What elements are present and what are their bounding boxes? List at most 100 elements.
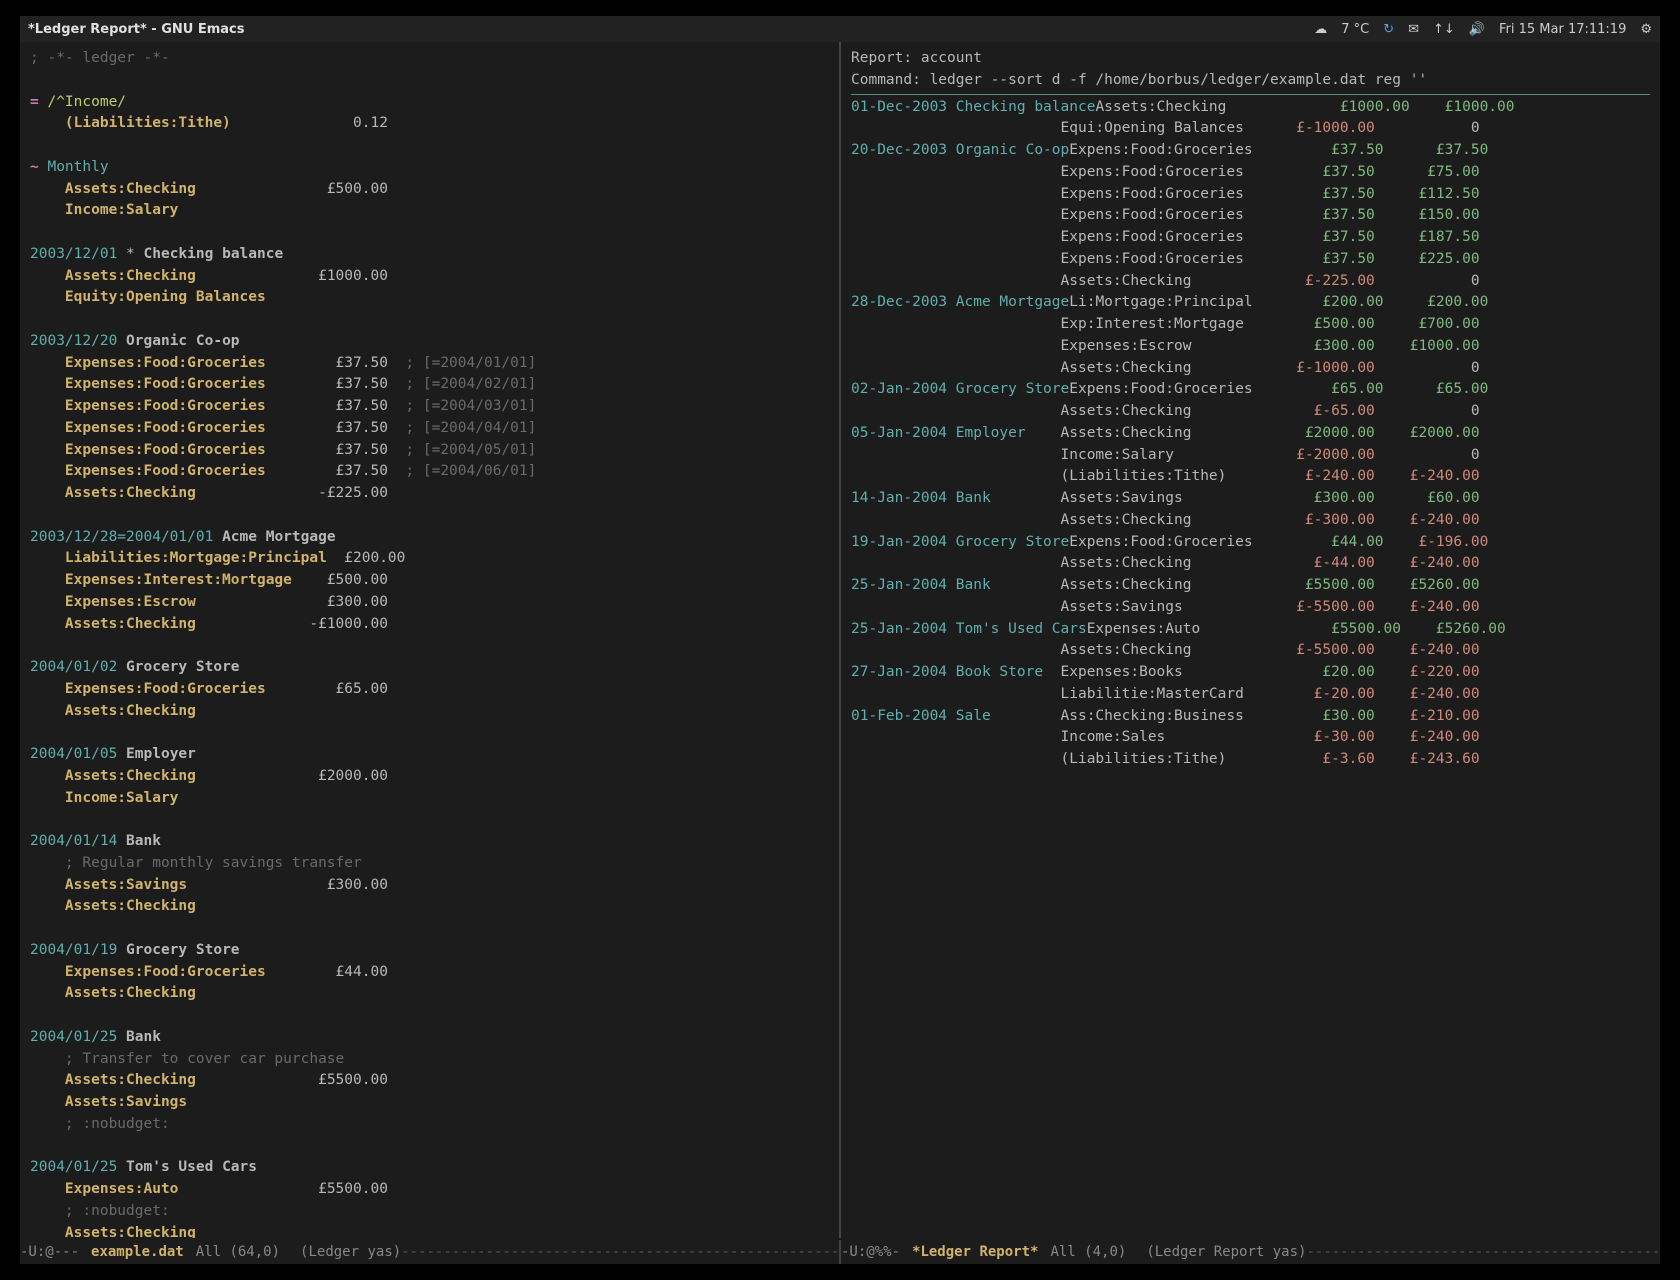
report-row: 27-Jan-2004 Book Store Expenses:Books £2… bbox=[851, 662, 1650, 684]
posting-line: Expenses:Food:Groceries £37.50 ; [=2004/… bbox=[30, 418, 829, 440]
report-row: 01-Feb-2004 Sale Ass:Checking:Business £… bbox=[851, 706, 1650, 728]
posting-line: Assets:Checking bbox=[30, 896, 829, 918]
posting-line: Equity:Opening Balances bbox=[30, 287, 829, 309]
modeline-position: All (4,0) bbox=[1050, 1244, 1126, 1260]
refresh-icon[interactable]: ↻ bbox=[1383, 22, 1394, 37]
report-row: Liabilitie:MasterCard £-20.00 £-240.00 bbox=[851, 684, 1650, 706]
report-row: Expenses:Escrow £300.00 £1000.00 bbox=[851, 336, 1650, 358]
report-row: 20-Dec-2003 Organic Co-opExpens:Food:Gro… bbox=[851, 140, 1650, 162]
mail-icon[interactable]: ✉ bbox=[1408, 22, 1419, 37]
posting-line: Assets:Savings bbox=[30, 1092, 829, 1114]
posting-line: Expenses:Auto £5500.00 bbox=[30, 1179, 829, 1201]
report-row: Exp:Interest:Mortgage £500.00 £700.00 bbox=[851, 314, 1650, 336]
emacs-frame: *Ledger Report* - GNU Emacs ☁ 7 °C ↻ ✉ ↑… bbox=[20, 16, 1660, 1264]
report-row: Expens:Food:Groceries £37.50 £75.00 bbox=[851, 162, 1650, 184]
posting-line: Expenses:Food:Groceries £44.00 bbox=[30, 962, 829, 984]
txn-header: 2004/01/14 Bank bbox=[30, 831, 829, 853]
report-row: Expens:Food:Groceries £37.50 £112.50 bbox=[851, 184, 1650, 206]
txn-header: 2003/12/20 Organic Co-op bbox=[30, 331, 829, 353]
modeline-filler: ----------------------------------------… bbox=[401, 1244, 839, 1260]
report-row: Income:Salary £-2000.00 0 bbox=[851, 445, 1650, 467]
modeline-filler: ----------------------------------------… bbox=[1306, 1244, 1660, 1260]
txn-comment: ; Regular monthly savings transfer bbox=[30, 853, 829, 875]
network-icon[interactable]: ↑↓ bbox=[1433, 22, 1455, 37]
txn-header: 2004/01/25 Tom's Used Cars bbox=[30, 1157, 829, 1179]
posting-line: Assets:Savings £300.00 bbox=[30, 875, 829, 897]
posting-line: Assets:Checking bbox=[30, 1223, 829, 1239]
report-row: 25-Jan-2004 Tom's Used CarsExpenses:Auto… bbox=[851, 619, 1650, 641]
modeline-left: -U:@--- example.dat All (64,0) (Ledger y… bbox=[20, 1240, 841, 1264]
report-title: Report: account bbox=[851, 48, 1650, 70]
ledger-source-buffer[interactable]: ; -*- ledger -*- = /^Income/ (Liabilitie… bbox=[20, 42, 841, 1238]
report-row: Income:Sales £-30.00 £-240.00 bbox=[851, 727, 1650, 749]
report-command: Command: ledger --sort d -f /home/borbus… bbox=[851, 70, 1650, 92]
modeline-mode: (Ledger Report yas) bbox=[1146, 1244, 1306, 1260]
report-row: Expens:Food:Groceries £37.50 £225.00 bbox=[851, 249, 1650, 271]
report-row: 05-Jan-2004 Employer Assets:Checking £20… bbox=[851, 423, 1650, 445]
txn-header: 2004/01/02 Grocery Store bbox=[30, 657, 829, 679]
posting-line: Liabilities:Mortgage:Principal £200.00 bbox=[30, 548, 829, 570]
settings-gear-icon[interactable]: ⚙ bbox=[1640, 22, 1652, 37]
file-mode-comment: ; -*- ledger -*- bbox=[30, 48, 829, 70]
txn-header: 2003/12/28=2004/01/01 Acme Mortgage bbox=[30, 527, 829, 549]
volume-icon[interactable]: 🔊 bbox=[1469, 22, 1485, 37]
report-row: 02-Jan-2004 Grocery StoreExpens:Food:Gro… bbox=[851, 379, 1650, 401]
posting-line: (Liabilities:Tithe) 0.12 bbox=[30, 113, 829, 135]
posting-line: Expenses:Food:Groceries £37.50 ; [=2004/… bbox=[30, 440, 829, 462]
weather-text: 7 °C bbox=[1341, 22, 1369, 37]
modeline-buffer-name: example.dat bbox=[91, 1244, 184, 1260]
posting-line: Assets:Checking £5500.00 bbox=[30, 1070, 829, 1092]
report-row: (Liabilities:Tithe) £-3.60 £-243.60 bbox=[851, 749, 1650, 771]
titlebar: *Ledger Report* - GNU Emacs ☁ 7 °C ↻ ✉ ↑… bbox=[20, 16, 1660, 42]
report-row: Assets:Checking £-1000.00 0 bbox=[851, 358, 1650, 380]
posting-line: Expenses:Food:Groceries £37.50 ; [=2004/… bbox=[30, 374, 829, 396]
weather-icon: ☁ bbox=[1314, 22, 1327, 37]
posting-line: Income:Salary bbox=[30, 788, 829, 810]
report-row: Assets:Checking £-5500.00 £-240.00 bbox=[851, 640, 1650, 662]
auto-txn-header: = /^Income/ bbox=[30, 92, 829, 114]
report-row: Expens:Food:Groceries £37.50 £150.00 bbox=[851, 205, 1650, 227]
posting-line: Expenses:Food:Groceries £37.50 ; [=2004/… bbox=[30, 461, 829, 483]
report-row: Assets:Checking £-225.00 0 bbox=[851, 271, 1650, 293]
modeline-right: -U:@%%- *Ledger Report* All (4,0) (Ledge… bbox=[841, 1240, 1660, 1264]
modeline-position: All (64,0) bbox=[196, 1244, 280, 1260]
report-separator bbox=[851, 94, 1650, 95]
txn-header: 2003/12/01 * Checking balance bbox=[30, 244, 829, 266]
periodic-txn-header: ~ Monthly bbox=[30, 157, 829, 179]
posting-line: Expenses:Interest:Mortgage £500.00 bbox=[30, 570, 829, 592]
report-row: 28-Dec-2003 Acme MortgageLi:Mortgage:Pri… bbox=[851, 292, 1650, 314]
report-row: Equi:Opening Balances £-1000.00 0 bbox=[851, 118, 1650, 140]
posting-line: Income:Salary bbox=[30, 200, 829, 222]
modeline: -U:@--- example.dat All (64,0) (Ledger y… bbox=[20, 1240, 1660, 1264]
posting-line: Assets:Checking £1000.00 bbox=[30, 266, 829, 288]
clock-text: Fri 15 Mar 17:11:19 bbox=[1499, 22, 1626, 37]
report-row: Assets:Checking £-44.00 £-240.00 bbox=[851, 553, 1650, 575]
ledger-report-buffer[interactable]: Report: accountCommand: ledger --sort d … bbox=[841, 42, 1660, 1238]
txn-header: 2004/01/19 Grocery Store bbox=[30, 940, 829, 962]
txn-header: 2004/01/25 Bank bbox=[30, 1027, 829, 1049]
system-tray: ☁ 7 °C ↻ ✉ ↑↓ 🔊 Fri 15 Mar 17:11:19 ⚙ bbox=[1314, 22, 1652, 37]
posting-line: Expenses:Food:Groceries £65.00 bbox=[30, 679, 829, 701]
report-row: Assets:Checking £-300.00 £-240.00 bbox=[851, 510, 1650, 532]
posting-line: Assets:Checking bbox=[30, 701, 829, 723]
report-row: 19-Jan-2004 Grocery StoreExpens:Food:Gro… bbox=[851, 532, 1650, 554]
report-row: 25-Jan-2004 Bank Assets:Checking £5500.0… bbox=[851, 575, 1650, 597]
posting-comment: ; :nobudget: bbox=[30, 1114, 829, 1136]
modeline-prefix: -U:@--- bbox=[20, 1244, 79, 1260]
report-row: Expens:Food:Groceries £37.50 £187.50 bbox=[851, 227, 1650, 249]
report-row: (Liabilities:Tithe) £-240.00 £-240.00 bbox=[851, 466, 1650, 488]
txn-comment: ; Transfer to cover car purchase bbox=[30, 1049, 829, 1071]
txn-header: 2004/01/05 Employer bbox=[30, 744, 829, 766]
modeline-prefix: -U:@%%- bbox=[841, 1244, 900, 1260]
posting-line: Assets:Checking -£225.00 bbox=[30, 483, 829, 505]
posting-line: Assets:Checking £2000.00 bbox=[30, 766, 829, 788]
posting-line: Assets:Checking -£1000.00 bbox=[30, 614, 829, 636]
report-row: 14-Jan-2004 Bank Assets:Savings £300.00 … bbox=[851, 488, 1650, 510]
posting-line: Expenses:Food:Groceries £37.50 ; [=2004/… bbox=[30, 353, 829, 375]
modeline-mode: (Ledger yas) bbox=[300, 1244, 401, 1260]
posting-line: Expenses:Food:Groceries £37.50 ; [=2004/… bbox=[30, 396, 829, 418]
window-title: *Ledger Report* - GNU Emacs bbox=[28, 22, 244, 37]
posting-comment: ; :nobudget: bbox=[30, 1201, 829, 1223]
posting-line: Expenses:Escrow £300.00 bbox=[30, 592, 829, 614]
modeline-buffer-name: *Ledger Report* bbox=[912, 1244, 1038, 1260]
